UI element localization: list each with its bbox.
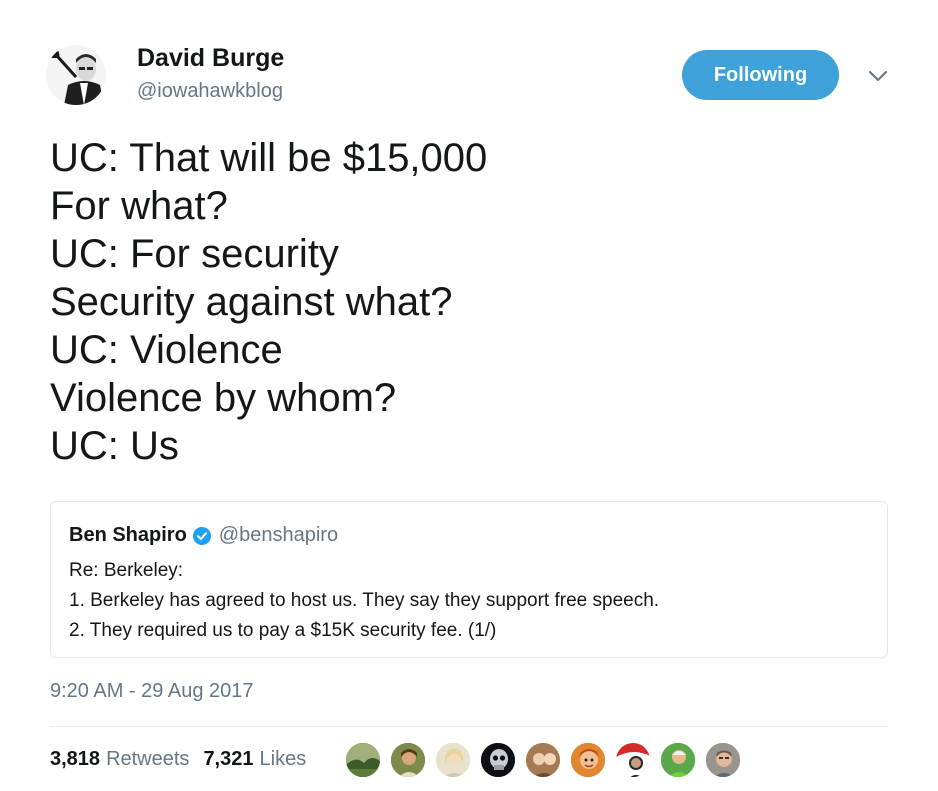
author-avatar-image (46, 45, 106, 105)
quoted-tweet-card[interactable]: Ben Shapiro @benshapiro Re: Berkeley: 1.… (50, 501, 888, 658)
liker-avatar[interactable] (390, 742, 426, 778)
author-handle[interactable]: @iowahawkblog (137, 80, 283, 103)
retweets-stat[interactable]: 3,818 Retweets (50, 748, 189, 771)
liker-avatar[interactable] (435, 742, 471, 778)
liker-avatar[interactable] (480, 742, 516, 778)
tweet-line: UC: Us (50, 424, 179, 468)
author-avatar[interactable] (46, 45, 106, 105)
liker-avatar[interactable] (345, 742, 381, 778)
quoted-tweet-line: 2. They required us to pay a $15K securi… (69, 620, 497, 641)
quoted-author-name: Ben Shapiro (69, 524, 187, 546)
stats-divider (50, 726, 888, 727)
tweet-line: UC: That will be $15,000 (50, 136, 488, 180)
liker-avatars (345, 742, 750, 778)
quoted-tweet-header: Ben Shapiro @benshapiro (69, 524, 338, 547)
tweet-line: UC: For security (50, 232, 339, 276)
quoted-tweet-line: Re: Berkeley: (69, 560, 184, 581)
retweets-label: Retweets (106, 748, 190, 770)
liker-avatar[interactable] (660, 742, 696, 778)
verified-badge-icon (192, 526, 211, 545)
retweets-count: 3,818 (50, 748, 101, 770)
tweet-line: Security against what? (50, 280, 453, 324)
liker-avatar[interactable] (570, 742, 606, 778)
tweet-text: UC: That will be $15,000 For what? UC: F… (50, 134, 487, 470)
tweet-line: For what? (50, 184, 228, 228)
tweet-line: UC: Violence (50, 328, 283, 372)
tweet-timestamp[interactable]: 9:20 AM - 29 Aug 2017 (50, 680, 254, 703)
quoted-author-handle: @benshapiro (218, 524, 339, 546)
liker-avatar[interactable] (615, 742, 651, 778)
liker-avatar[interactable] (525, 742, 561, 778)
tweet-stats: 3,818 Retweets 7,321 Likes (50, 748, 320, 771)
likes-label: Likes (259, 748, 307, 770)
likes-stat[interactable]: 7,321 Likes (203, 748, 306, 771)
quoted-tweet-line: 1. Berkeley has agreed to host us. They … (69, 590, 660, 611)
quoted-tweet-text: Re: Berkeley: 1. Berkeley has agreed to … (69, 556, 659, 646)
tweet-line: Violence by whom? (50, 376, 397, 420)
likes-count: 7,321 (203, 748, 254, 770)
author-display-name[interactable]: David Burge (137, 44, 284, 73)
chevron-down-icon[interactable] (866, 66, 890, 86)
following-button[interactable]: Following (682, 50, 839, 100)
liker-avatar[interactable] (705, 742, 741, 778)
